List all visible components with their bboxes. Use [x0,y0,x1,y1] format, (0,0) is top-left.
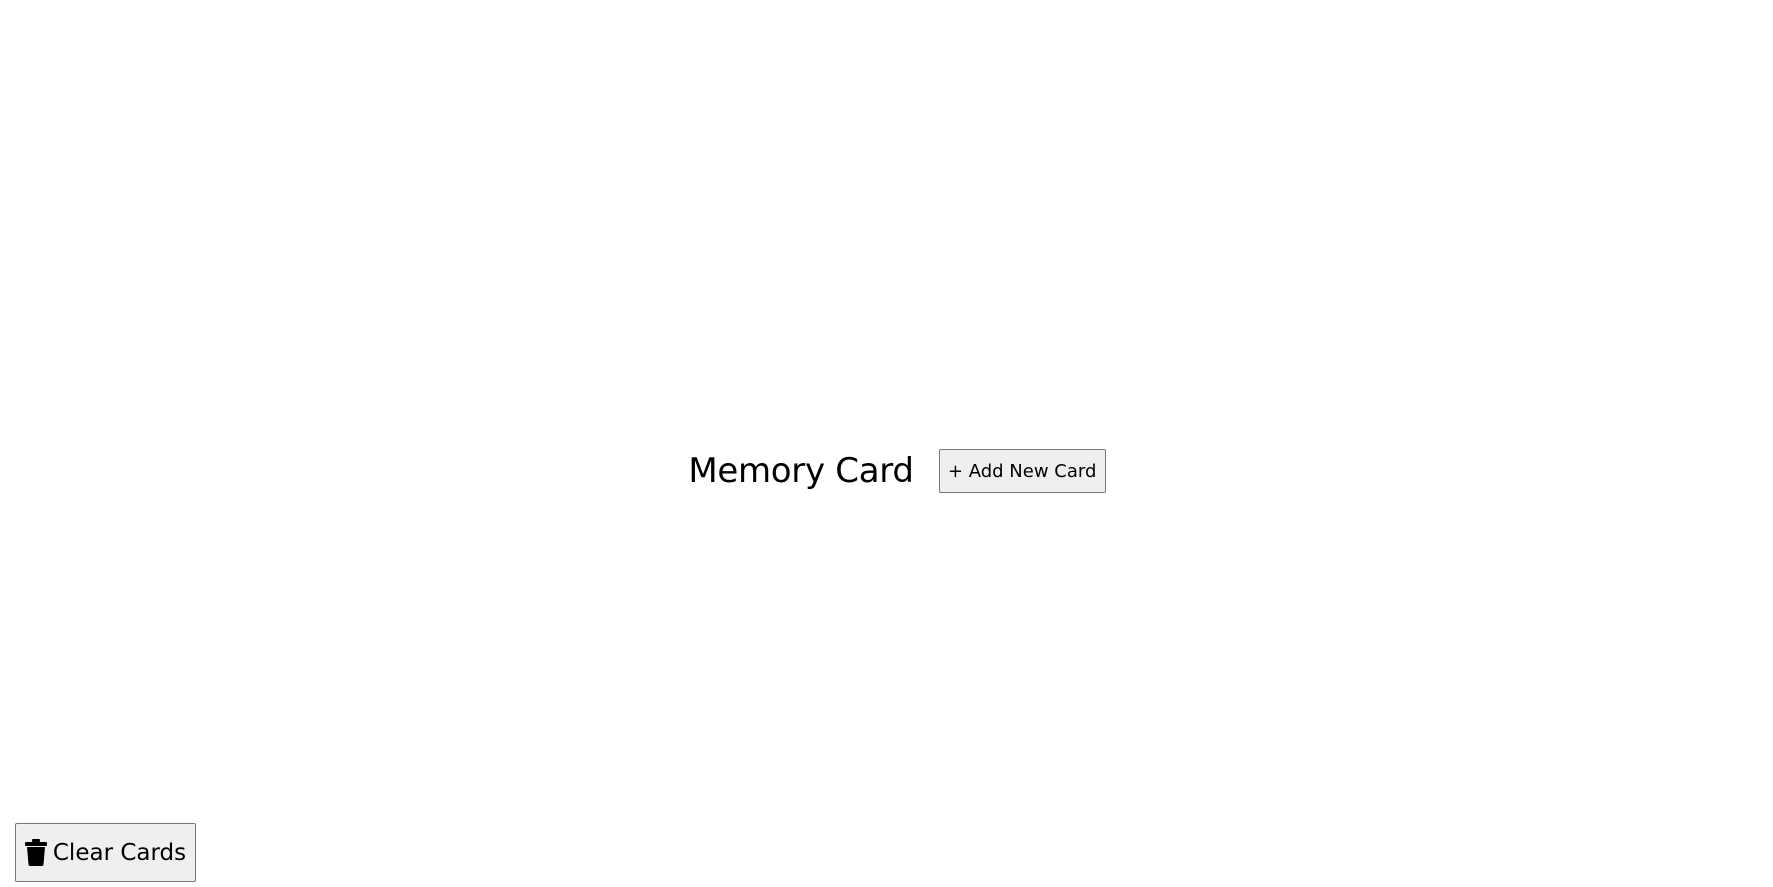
header: Memory Card + Add New Card [0,446,1773,496]
page: Memory Card + Add New Card Clear Cards [0,0,1773,887]
trash-icon [24,839,47,866]
clear-cards-button[interactable]: Clear Cards [15,823,196,882]
add-new-card-button[interactable]: + Add New Card [938,449,1106,493]
page-title: Memory Card [688,451,914,491]
clear-cards-label: Clear Cards [52,839,187,866]
